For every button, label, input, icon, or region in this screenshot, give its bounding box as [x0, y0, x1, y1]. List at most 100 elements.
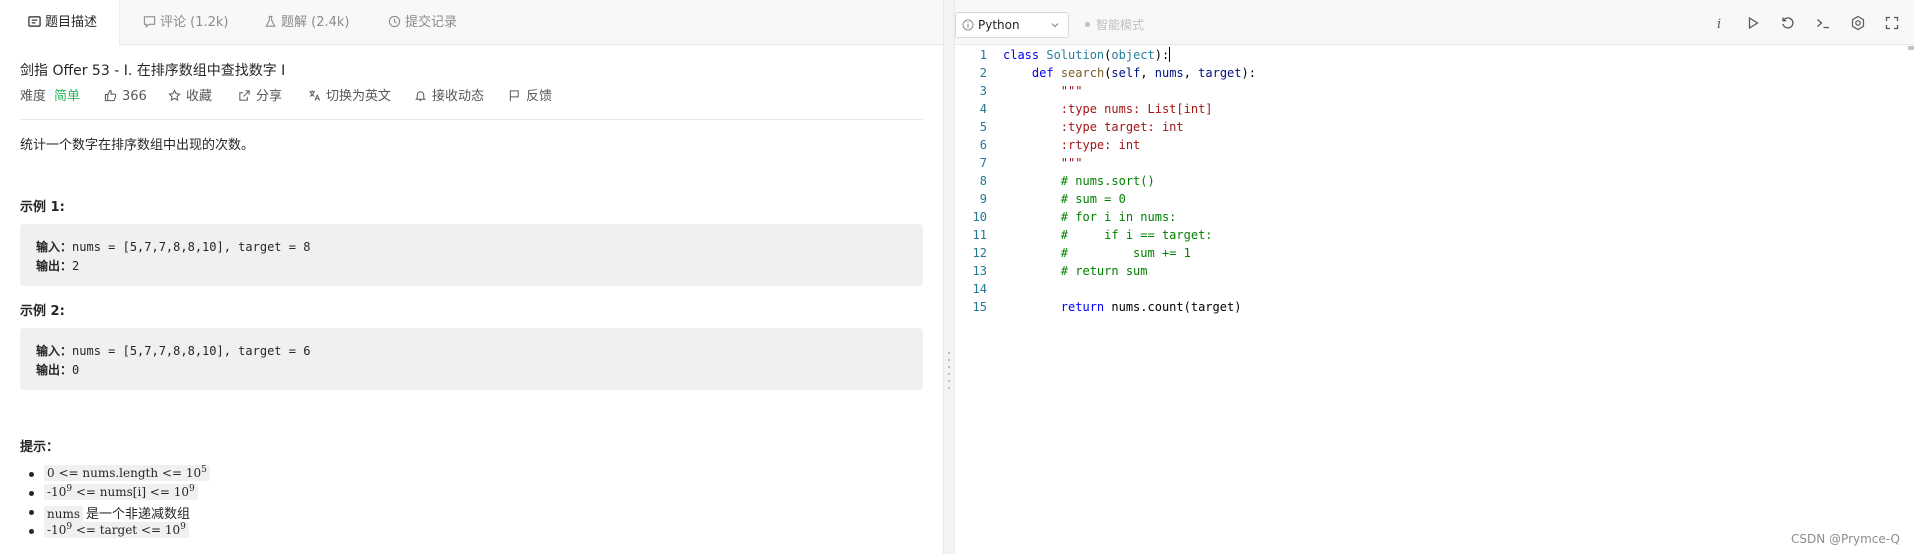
line-source: :type nums: List[int]: [1060, 102, 1213, 116]
watermark: CSDN @Prymce-Q: [1791, 532, 1900, 546]
flask-icon: [264, 15, 277, 28]
line-source: # nums.sort(): [1060, 174, 1155, 188]
line-number: 12: [972, 246, 987, 260]
example-2-heading: 示例 2:: [20, 304, 65, 319]
panel-splitter[interactable]: [943, 0, 955, 554]
hint-item: -109 <= target <= 109: [29, 522, 189, 540]
line-source: # for i in nums:: [1060, 210, 1177, 224]
hint-code: -109 <= target <= 109: [44, 522, 189, 538]
example-2-block: 输入：nums = [5,7,7,8,8,10], target = 6 输出：…: [20, 328, 923, 390]
line-number: 7: [979, 156, 987, 170]
code-line: 11 # if i == target:: [955, 226, 1914, 244]
translate-button[interactable]: 切换为英文: [308, 88, 391, 106]
tab-submissions-label: 提交记录: [405, 15, 458, 30]
line-number: 2: [979, 66, 987, 80]
hint-code-text: -10: [47, 485, 67, 499]
line-number: 11: [972, 228, 987, 242]
info-button[interactable]: i: [1711, 15, 1727, 31]
chevron-down-icon: [1051, 23, 1059, 28]
tab-description[interactable]: 题目描述: [0, 0, 120, 46]
settings-icon: [1851, 15, 1865, 31]
line-source: :rtype: int: [1060, 138, 1141, 152]
language-select[interactable]: Python: [955, 12, 1069, 38]
line-number: 8: [979, 174, 987, 188]
star-icon: [168, 89, 181, 102]
run-button[interactable]: [1745, 15, 1761, 31]
example-2-input: nums = [5,7,7,8,8,10], target = 6: [72, 344, 311, 358]
drag-handle-icon: [948, 352, 950, 396]
text-cursor: [1169, 47, 1171, 62]
hint-code-text: <= nums[i] <= 10: [72, 485, 190, 499]
subscribe-button[interactable]: 接收动态: [414, 88, 484, 106]
code-editor[interactable]: 1 class Solution(object): 2 def search(se…: [955, 46, 1914, 554]
like-count: 366: [122, 89, 147, 104]
code-line: 9 # sum = 0: [955, 190, 1914, 208]
hint-text: 是一个非递减数组: [86, 507, 191, 522]
line-number: 4: [979, 102, 987, 116]
settings-button[interactable]: [1850, 15, 1866, 31]
code-line: 7 """: [955, 154, 1914, 172]
share-button[interactable]: 分享: [238, 88, 282, 106]
translate-label: 切换为英文: [326, 89, 392, 104]
input-label: 输入：: [36, 240, 73, 254]
example-2-output-line: 输出：0: [36, 361, 79, 378]
reset-icon: [1782, 17, 1794, 29]
line-number: 1: [979, 48, 987, 62]
language-value: Python: [978, 18, 1020, 32]
share-label: 分享: [256, 89, 283, 104]
hint-code: 0 <= nums.length <= 105: [44, 465, 210, 481]
example-2-input-line: 输入：nums = [5,7,7,8,8,10], target = 6: [36, 342, 310, 359]
hint-item: -109 <= nums[i] <= 109: [29, 484, 198, 502]
share-icon: [238, 89, 251, 102]
example-1-output: 2: [72, 259, 80, 273]
bullet: [29, 472, 34, 477]
flag-icon: [508, 89, 521, 102]
code-line: 14: [955, 280, 1914, 298]
bell-icon: [414, 89, 427, 102]
line-number: 3: [979, 84, 987, 98]
hint-exponent: 9: [189, 484, 195, 494]
tab-description-label: 题目描述: [45, 15, 98, 30]
output-label: 输出：: [36, 259, 73, 273]
editor-toolbar: Python 智能模式 i: [955, 0, 1914, 45]
favorite-label: 收藏: [186, 89, 213, 104]
line-source: # if i == target:: [1060, 228, 1213, 242]
info-icon: i: [1717, 17, 1721, 31]
smart-mode-toggle[interactable]: 智能模式: [1085, 12, 1144, 38]
fullscreen-button[interactable]: [1884, 15, 1900, 31]
line-number: 9: [979, 192, 987, 206]
problem-title: 剑指 Offer 53 - I. 在排序数组中查找数字 I: [20, 63, 286, 79]
problem-description: 统计一个数字在排序数组中出现的次数。: [20, 138, 255, 153]
line-number: 15: [972, 300, 987, 314]
translate-icon: [308, 89, 321, 102]
feedback-button[interactable]: 反馈: [508, 88, 552, 106]
console-button[interactable]: [1815, 15, 1831, 31]
code-line: 12 # sum += 1: [955, 244, 1914, 262]
line-number: 13: [972, 264, 987, 278]
scrollbar-marker[interactable]: [1908, 46, 1914, 50]
example-1-heading: 示例 1:: [20, 200, 65, 215]
reset-button[interactable]: [1780, 15, 1796, 31]
status-dot: [1085, 22, 1090, 27]
code-line: 6 :rtype: int: [955, 136, 1914, 154]
line-number: 14: [972, 282, 987, 296]
problem-tabbar: 题目描述 评论 (1.2k) 题解 (2.4k) 提交记录: [0, 0, 943, 46]
feedback-label: 反馈: [526, 89, 553, 104]
like-button[interactable]: 366: [104, 88, 147, 106]
bullet: [29, 491, 34, 496]
tab-submissions[interactable]: 提交记录: [388, 0, 457, 45]
favorite-button[interactable]: 收藏: [168, 88, 212, 106]
fullscreen-icon: [1885, 16, 1899, 30]
code-line: 1 class Solution(object):: [955, 46, 1914, 64]
code-line: 15 return nums.count(target): [955, 298, 1914, 316]
line-number: 10: [972, 210, 987, 224]
tab-comments[interactable]: 评论 (1.2k): [143, 0, 228, 45]
hints-heading: 提示：: [20, 440, 60, 455]
line-source: # sum += 1: [1060, 246, 1191, 260]
description-icon: [28, 15, 41, 28]
difficulty-label: 难度: [20, 89, 47, 104]
tab-solutions[interactable]: 题解 (2.4k): [264, 0, 349, 45]
tab-solutions-label: 题解 (2.4k): [281, 15, 350, 30]
code-line: 2 def search(self, nums, target):: [955, 64, 1914, 82]
difficulty-badge: 简单: [54, 89, 81, 104]
